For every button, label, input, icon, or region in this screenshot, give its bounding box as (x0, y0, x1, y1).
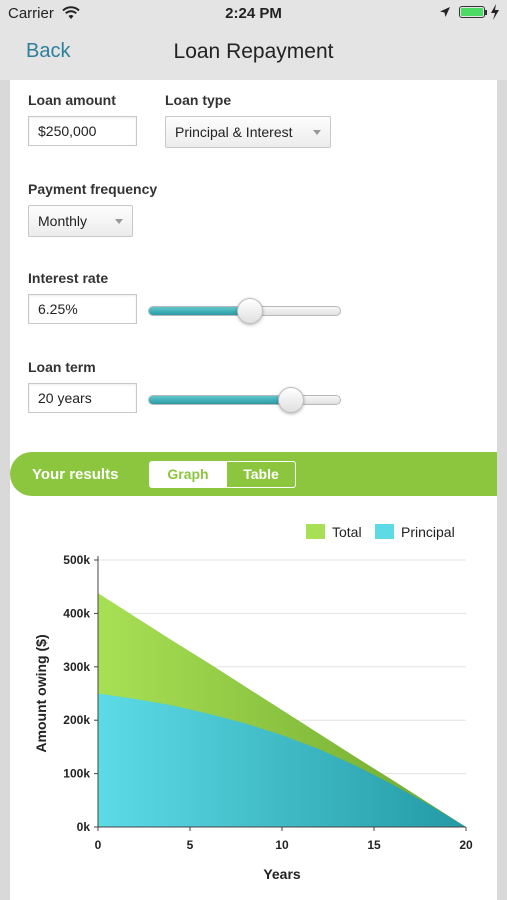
x-tick-label: 10 (275, 838, 289, 852)
x-tick-label: 15 (367, 838, 381, 852)
x-axis-title: Years (263, 866, 301, 882)
loan-term-slider-thumb[interactable] (277, 387, 304, 413)
battery-tip (485, 10, 487, 15)
y-tick-label: 200k (63, 713, 90, 727)
loan-amount-input[interactable]: $250,000 (28, 116, 137, 146)
interest-rate-slider-fill (149, 307, 252, 315)
y-tick-label: 500k (63, 553, 90, 567)
y-axis-title: Amount owing ($) (33, 634, 49, 752)
status-time: 2:24 PM (225, 5, 282, 22)
location-arrow-icon (440, 7, 450, 17)
tab-table[interactable]: Table (226, 461, 296, 488)
legend-swatch-principal (375, 524, 394, 539)
loan-type-select[interactable]: Principal & Interest (165, 116, 331, 148)
results-header: Your results Graph Table (10, 452, 497, 496)
results-label: Your results (32, 466, 119, 483)
y-tick-label: 300k (63, 660, 90, 674)
loan-type-value: Principal & Interest (175, 124, 293, 140)
y-tick-label: 0k (77, 820, 91, 834)
legend-label-total: Total (332, 524, 362, 540)
loan-balance-chart: 0k 100k 200k 300k 400k 500k 0 5 10 15 20 Years Amoun… (33, 524, 473, 882)
interest-rate-input[interactable]: 6.25% (28, 294, 137, 324)
page-title: Loan Repayment (173, 40, 334, 63)
legend-swatch-total (306, 524, 325, 539)
interest-rate-label: Interest rate (28, 270, 109, 286)
payment-frequency-select[interactable]: Monthly (28, 205, 133, 237)
navigation-bar: Back Loan Repayment (0, 28, 507, 80)
loan-term-slider[interactable] (148, 395, 341, 405)
interest-rate-slider-thumb[interactable] (237, 298, 264, 324)
loan-term-input[interactable]: 20 years (28, 383, 137, 413)
x-tick-label: 0 (95, 838, 102, 852)
payment-frequency-value: Monthly (38, 213, 88, 229)
battery-icon (459, 6, 485, 18)
calculator-panel: Loan amount $250,000 Loan type Principal… (10, 80, 497, 900)
loan-type-label: Loan type (165, 92, 232, 108)
loan-term-slider-fill (149, 396, 292, 404)
chevron-down-icon (313, 130, 321, 135)
legend-label-principal: Principal (401, 524, 455, 540)
payment-frequency-label: Payment frequency (28, 181, 158, 197)
x-tick-label: 5 (187, 838, 194, 852)
chevron-down-icon (115, 219, 123, 224)
status-bar: Carrier 2:24 PM (0, 0, 507, 28)
y-tick-label: 100k (63, 767, 90, 781)
tab-graph[interactable]: Graph (149, 461, 227, 488)
loan-amount-label: Loan amount (28, 92, 116, 108)
charging-bolt-icon (491, 4, 499, 20)
loan-term-label: Loan term (28, 359, 96, 375)
y-tick-label: 400k (63, 606, 90, 620)
x-tick-label: 20 (459, 838, 473, 852)
